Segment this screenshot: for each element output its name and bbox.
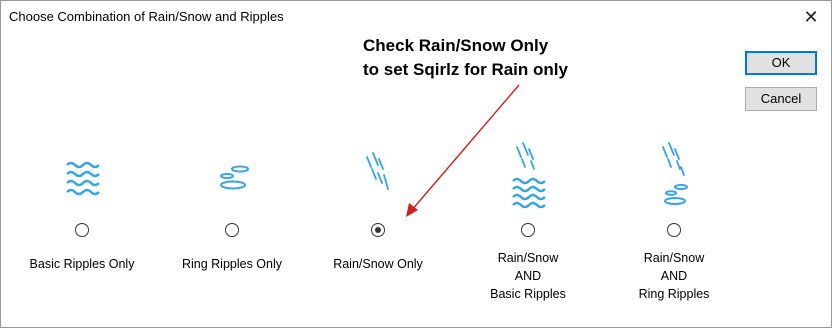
ring-ripples-radio[interactable] (225, 223, 239, 237)
ring-ripples-label: Ring Ripples Only (181, 257, 283, 271)
rain-snow-radio[interactable] (371, 223, 385, 237)
basic-ripples-icon (66, 161, 100, 196)
rain-ring-ripples-radio[interactable] (667, 223, 681, 237)
basic-ripples-label: Basic Ripples Only (29, 257, 135, 271)
rain-basic-ripples-radio[interactable] (521, 223, 535, 237)
basic-ripples-radio[interactable] (75, 223, 89, 237)
annotation-line-2: to set Sqirlz for Rain only (363, 60, 568, 79)
rain-snow-icon (366, 152, 389, 190)
dialog-window: Choose Combination of Rain/Snow and Ripp… (0, 0, 832, 328)
annotation-line-1: Check Rain/Snow Only (363, 36, 549, 55)
ok-button[interactable]: OK (745, 51, 817, 75)
cancel-button[interactable]: Cancel (745, 87, 817, 111)
window-title: Choose Combination of Rain/Snow and Ripp… (9, 9, 284, 24)
rain-ring-ripples-icon (662, 142, 688, 205)
rain-basic-ripples-icon (512, 142, 546, 209)
rain-snow-label: Rain/Snow Only (333, 257, 423, 271)
rain-ring-ripples-label: Rain/Snow AND Ring Ripples (638, 251, 710, 301)
rain-basic-ripples-label: Rain/Snow AND Basic Ripples (490, 251, 566, 301)
title-bar: Choose Combination of Rain/Snow and Ripp… (1, 1, 831, 33)
ring-ripples-icon (220, 165, 249, 190)
instruction-annotation: Check Rain/Snow Only to set Sqirlz for R… (363, 34, 633, 82)
close-icon[interactable]: ✕ (797, 5, 825, 29)
